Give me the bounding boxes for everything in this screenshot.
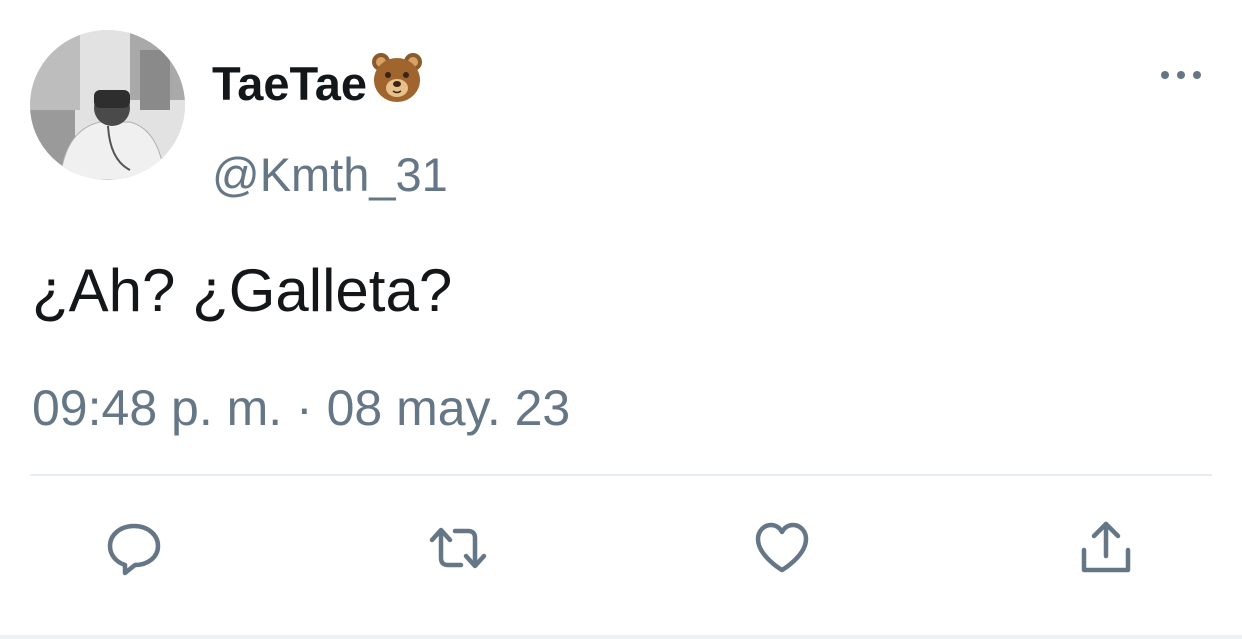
reply-icon: [107, 523, 161, 576]
avatar-photo: [30, 30, 185, 180]
avatar[interactable]: [30, 30, 185, 180]
tweet-text: ¿Ah? ¿Galleta?: [32, 257, 453, 324]
like-button[interactable]: [752, 518, 812, 578]
tweet-card: TaeTae @Kmth_31 ¿Ah? ¿Galleta? 09:48 p. …: [0, 0, 1242, 639]
more-options-icon[interactable]: [1156, 60, 1206, 90]
display-name[interactable]: TaeTae: [212, 50, 425, 114]
share-icon: [1081, 521, 1131, 573]
retweet-button[interactable]: [428, 518, 488, 578]
display-name-text: TaeTae: [212, 57, 367, 110]
user-handle[interactable]: @Kmth_31: [212, 145, 448, 205]
bear-face-icon: [369, 50, 425, 106]
reply-button[interactable]: [104, 518, 164, 578]
heart-icon: [755, 522, 809, 573]
divider: [30, 474, 1212, 476]
bottom-border: [0, 635, 1242, 639]
share-button[interactable]: [1076, 518, 1136, 578]
retweet-icon: [429, 527, 487, 569]
tweet-timestamp[interactable]: 09:48 p. m. · 08 may. 23: [32, 378, 570, 438]
